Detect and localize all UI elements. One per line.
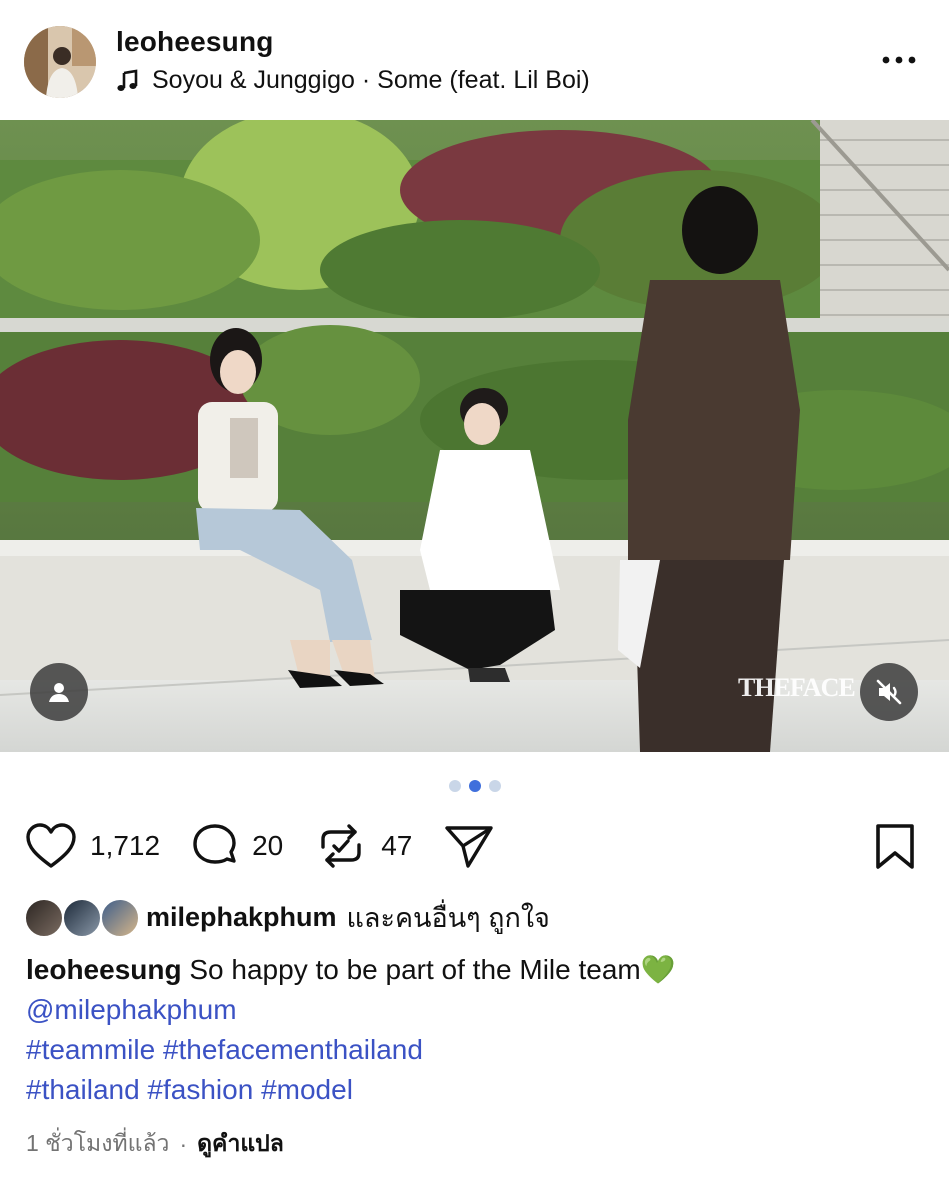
- translate-link[interactable]: ดูคำแปล: [197, 1126, 284, 1162]
- meta-separator: ·: [179, 1130, 188, 1157]
- post-photo[interactable]: THEFACE: [0, 120, 949, 752]
- more-icon[interactable]: [879, 50, 919, 70]
- hashtags-line[interactable]: #teammile #thefacementhailand: [26, 1030, 926, 1070]
- avatar: [62, 897, 102, 938]
- like-count: 1,712: [90, 830, 161, 861]
- repost-icon: [321, 824, 361, 868]
- liker-avatars: [24, 897, 140, 938]
- caption-text: So happy to be part of the Mile team💚: [189, 954, 676, 985]
- avatar: [24, 897, 64, 938]
- caption: leoheesung So happy to be part of the Mi…: [26, 950, 926, 1110]
- username[interactable]: leoheesung: [116, 26, 274, 58]
- carousel-dot: [448, 780, 461, 792]
- liked-by-text: และคนอื่นๆ ถูกใจ: [346, 903, 550, 933]
- hashtags-line[interactable]: #thailand #fashion #model: [26, 1070, 926, 1110]
- post-meta: 1 ชั่วโมงที่แล้ว · ดูคำแปล: [26, 1126, 284, 1162]
- music-row[interactable]: Soyou & Junggigo · Some (feat. Lil Boi): [116, 66, 590, 95]
- heart-icon: [26, 823, 76, 868]
- comment-button[interactable]: 20: [190, 821, 283, 871]
- post-time: 1 ชั่วโมงที่แล้ว: [26, 1130, 170, 1156]
- muted-speaker-icon[interactable]: [860, 663, 918, 721]
- caption-username[interactable]: leoheesung: [26, 954, 182, 985]
- mention-link[interactable]: @milephakphum: [26, 990, 926, 1030]
- music-note-icon: [117, 68, 138, 91]
- comment-icon: [193, 824, 236, 864]
- carousel-dot: [488, 780, 501, 792]
- music-track: Soyou & Junggigo · Some (feat. Lil Boi): [152, 66, 590, 94]
- share-button[interactable]: [442, 821, 496, 871]
- repost-button[interactable]: 47: [313, 821, 412, 871]
- repost-count: 47: [381, 830, 413, 861]
- photo-scene: [0, 120, 949, 752]
- avatar: [100, 897, 140, 938]
- like-button[interactable]: 1,712: [24, 822, 160, 870]
- person-tag-icon[interactable]: [30, 663, 88, 721]
- comment-count: 20: [252, 830, 284, 861]
- liked-by-row[interactable]: milephakphum และคนอื่นๆ ถูกใจ: [24, 896, 550, 939]
- caption-line: leoheesung So happy to be part of the Mi…: [26, 950, 926, 990]
- bookmark-icon[interactable]: [872, 822, 918, 877]
- carousel-dot-active: [468, 780, 481, 792]
- carousel-indicator: [0, 780, 949, 792]
- avatar[interactable]: [24, 26, 96, 98]
- action-row: 1,712 20 47: [24, 820, 526, 872]
- liker-username[interactable]: milephakphum: [146, 902, 337, 933]
- watermark: THEFACE: [738, 673, 856, 702]
- share-icon: [445, 826, 494, 868]
- post-header: leoheesung Soyou & Junggigo · Some (feat…: [0, 0, 949, 120]
